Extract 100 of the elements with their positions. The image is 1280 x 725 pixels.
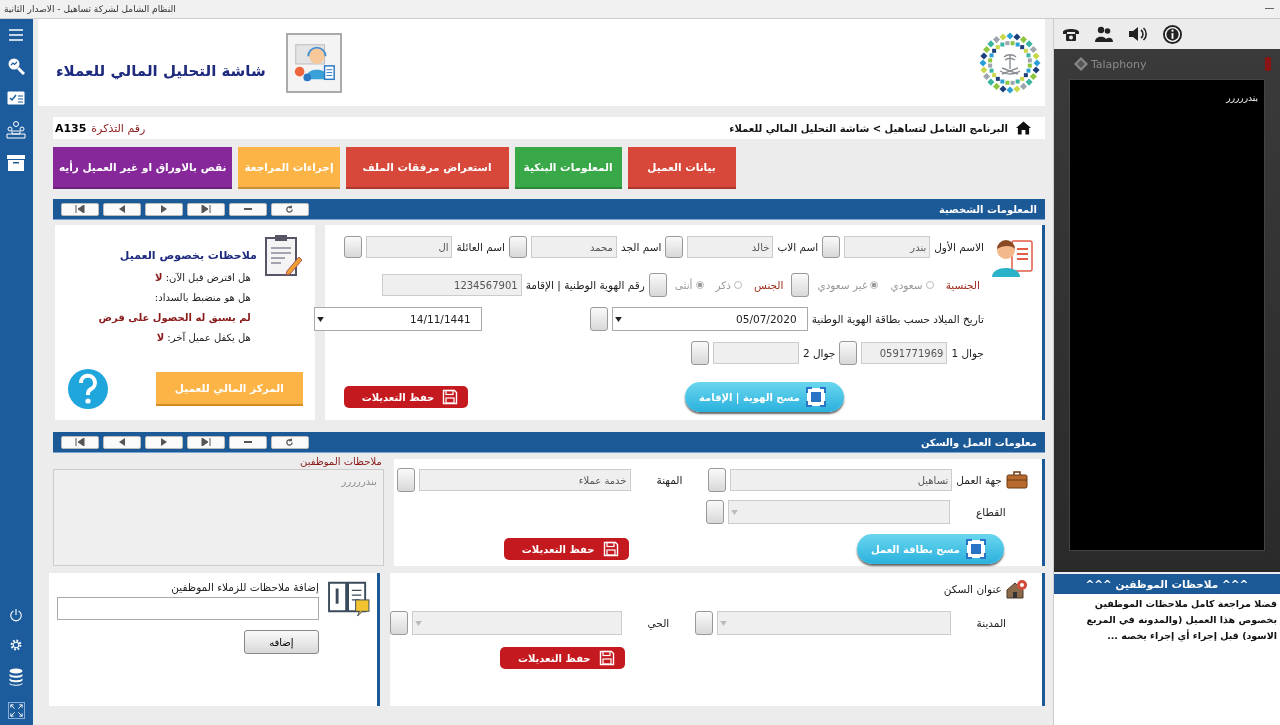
triangle-right-icon: [158, 438, 169, 446]
tab[interactable]: نقص بالاوراق او غير العميل رأيه: [52, 147, 233, 189]
menu-icon[interactable]: [8, 29, 25, 41]
field-button[interactable]: [389, 611, 408, 635]
question-text: هل اقترض قبل الآن:: [165, 272, 251, 283]
tab[interactable]: بيانات العميل: [627, 147, 736, 189]
field-label: المهنة: [656, 474, 683, 486]
refresh-icon: [285, 437, 295, 447]
field-label: الجنس: [754, 279, 784, 291]
caret-icon: [730, 510, 738, 515]
note-input[interactable]: [56, 597, 319, 620]
emblem-icon: [977, 30, 1042, 95]
field-label: القطاع: [975, 506, 1007, 518]
staff-notes-box[interactable]: بندررررر: [52, 469, 384, 566]
archive-icon[interactable]: [7, 155, 26, 171]
refresh-button[interactable]: [270, 435, 309, 449]
fullscreen-icon[interactable]: [7, 702, 25, 719]
previous-record-button[interactable]: [102, 435, 141, 449]
text-field[interactable]: خالد: [687, 236, 774, 258]
section-title: معلومات العمل والسكن: [920, 436, 1037, 448]
answer-text: لا: [156, 332, 165, 343]
field-label: الجنسية: [945, 279, 980, 291]
text-field[interactable]: تساهيل: [730, 469, 953, 491]
phone-icon[interactable]: [1061, 27, 1080, 41]
field-button[interactable]: [589, 307, 608, 331]
field-label: جوال 2: [802, 347, 836, 359]
checklist-icon[interactable]: [7, 91, 26, 105]
minus-button[interactable]: [228, 435, 267, 449]
minimize-icon[interactable]: [1265, 8, 1274, 10]
text-field[interactable]: 1234567901: [381, 274, 522, 296]
text-field[interactable]: 0591771969: [861, 342, 948, 364]
field-label: رقم الهوية الوطنية | الإقامة: [525, 279, 645, 291]
dropdown-field[interactable]: [717, 611, 951, 635]
field-button[interactable]: [705, 500, 724, 524]
search-icon[interactable]: [7, 57, 26, 75]
field-button[interactable]: [695, 611, 714, 635]
previous-record-button[interactable]: [102, 202, 141, 216]
save-button[interactable]: حفظ التعديلات: [343, 386, 469, 408]
question-text: هل يكفل عميل آخر:: [167, 332, 251, 343]
text-field[interactable]: ال: [366, 236, 453, 258]
tab[interactable]: استعراض مرفقات الملف: [345, 147, 509, 189]
save-button[interactable]: حفظ التعديلات: [499, 647, 625, 669]
home-icon[interactable]: [1015, 121, 1031, 135]
refresh-icon: [285, 204, 295, 214]
last-record-button[interactable]: [186, 202, 225, 216]
last-record-button[interactable]: [186, 435, 225, 449]
tab[interactable]: المعلومات البنكية: [514, 147, 622, 189]
field-button[interactable]: [508, 236, 527, 258]
dropdown-field[interactable]: [411, 611, 622, 635]
status-light: [1265, 57, 1271, 71]
field-button[interactable]: [396, 468, 415, 492]
clipboard-icon: [262, 233, 303, 277]
page-title: شاشة التحليل المالي للعملاء: [55, 61, 266, 80]
next-record-button[interactable]: [144, 202, 183, 216]
text-field[interactable]: بندر: [844, 236, 931, 258]
refresh-button[interactable]: [270, 202, 309, 216]
field-label: اسم العائلة: [456, 241, 505, 253]
text-field[interactable]: [712, 342, 799, 364]
ticket-label: رقم التذكرة: [91, 121, 146, 135]
radio-button[interactable]: غير سعودي: [817, 279, 879, 291]
field-label: المدينة: [975, 617, 1007, 629]
field-label: اسم الجد: [620, 241, 662, 253]
field-button[interactable]: [690, 341, 709, 365]
minus-button[interactable]: [228, 202, 267, 216]
field-button[interactable]: [791, 273, 810, 297]
field-button[interactable]: [708, 468, 727, 492]
info-icon[interactable]: [1162, 24, 1182, 44]
field-label: الحي: [647, 617, 670, 629]
text-field[interactable]: خدمة عملاء: [418, 469, 631, 491]
help-icon[interactable]: [66, 368, 109, 410]
team-icon[interactable]: [6, 121, 27, 139]
field-button[interactable]: [648, 273, 667, 297]
notes-header-title: ^^^ ملاحظات الموظفين ^^^: [1085, 578, 1249, 590]
dropdown-field[interactable]: 05/07/2020: [611, 307, 808, 331]
speaker-icon[interactable]: [1127, 26, 1148, 42]
minus-icon: [242, 438, 253, 446]
field-button[interactable]: [839, 341, 858, 365]
next-record-button[interactable]: [144, 435, 183, 449]
field-button[interactable]: [665, 236, 684, 258]
dropdown-field[interactable]: [727, 500, 950, 524]
book-info-icon: [326, 579, 371, 617]
field-label: تاريخ الميلاد حسب بطاقة الهوية الوطنية: [811, 313, 984, 325]
diamond-icon: [1073, 57, 1088, 71]
settings-icon[interactable]: [9, 638, 24, 652]
minus-icon: [242, 205, 253, 213]
skip-forward-icon: [200, 438, 211, 446]
users-icon[interactable]: [1094, 26, 1113, 42]
add-button[interactable]: إضافه: [243, 630, 319, 654]
power-icon[interactable]: [9, 608, 24, 622]
house-pin-icon: [1005, 579, 1028, 599]
dropdown-field[interactable]: 14/11/1441: [313, 307, 482, 331]
first-record-button[interactable]: [60, 202, 99, 216]
field-button[interactable]: [822, 236, 841, 258]
breadcrumb-path[interactable]: البرنامج الشامل لتساهيل > شاشة التحليل المالي للعملاء: [729, 122, 1008, 134]
field-button[interactable]: [344, 236, 363, 258]
database-icon[interactable]: [9, 668, 24, 686]
save-button[interactable]: حفظ التعديلات: [503, 538, 629, 560]
text-field[interactable]: محمد: [530, 236, 617, 258]
first-record-button[interactable]: [60, 435, 99, 449]
answer-text: لا: [155, 272, 163, 283]
